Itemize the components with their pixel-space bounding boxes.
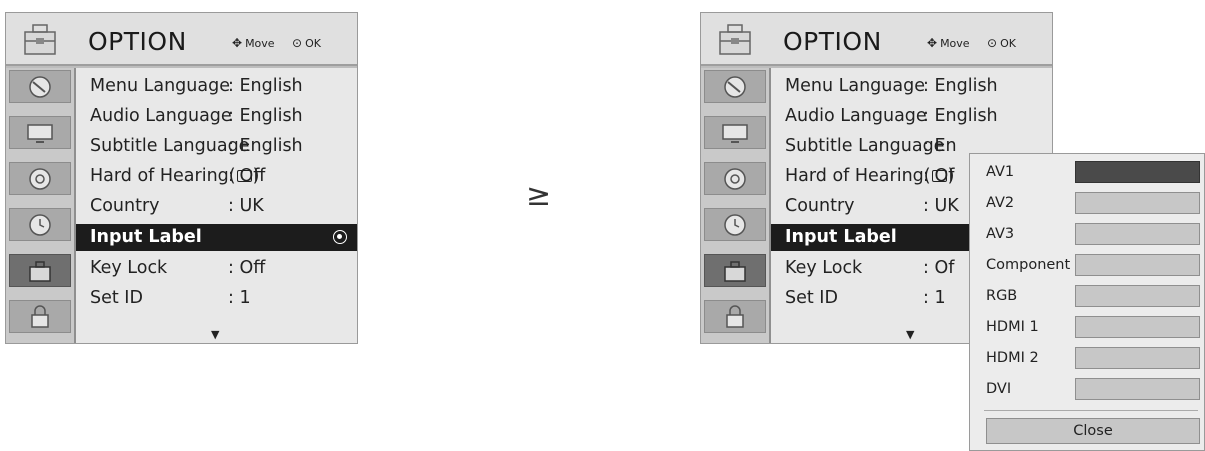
input-row-hdmi1[interactable]: HDMI 1: [970, 314, 1204, 340]
menu-item-menu-language[interactable]: Menu Language: English: [76, 72, 357, 102]
input-label-popup: AV1 AV2 AV3 Component RGB HDMI 1 HDMI 2 …: [969, 153, 1205, 451]
menu-header: OPTION ✥ Move ⊙ OK: [6, 13, 357, 66]
ok-hint: ⊙ OK: [292, 36, 321, 50]
menu-sidebar: [6, 68, 74, 343]
ok-hint: ⊙ OK: [987, 36, 1016, 50]
speaker-icon[interactable]: [704, 162, 766, 195]
label-field[interactable]: [1075, 347, 1200, 369]
label-field[interactable]: [1075, 192, 1200, 214]
menu-item-subtitle-language[interactable]: Subtitle Language: English: [76, 132, 357, 162]
menu-item-audio-language[interactable]: Audio Language: English: [76, 102, 357, 132]
divider: [984, 410, 1198, 411]
menu-item-input-label[interactable]: Input Label: [76, 224, 357, 251]
label-field[interactable]: [1075, 378, 1200, 400]
menu-header: OPTION ✥ Move ⊙ OK: [701, 13, 1052, 66]
ok-button-icon: ⊙: [987, 36, 998, 50]
input-row-component[interactable]: Component: [970, 252, 1204, 278]
label-field[interactable]: [1075, 316, 1200, 338]
move-hint: ✥ Move: [927, 36, 970, 50]
scroll-down-icon[interactable]: ▼: [211, 328, 219, 341]
menu-item-key-lock[interactable]: Key Lock: Off: [76, 254, 357, 284]
menu-sidebar: [701, 68, 769, 343]
label-field[interactable]: [1075, 161, 1200, 183]
scroll-down-icon[interactable]: ▼: [906, 328, 914, 341]
input-row-dvi[interactable]: DVI: [970, 376, 1204, 402]
ok-button-icon: ⊙: [292, 36, 303, 50]
option-list: Menu Language: English Audio Language: E…: [74, 68, 357, 343]
speaker-icon[interactable]: [9, 162, 71, 195]
lock-icon[interactable]: [704, 300, 766, 333]
menu-item-menu-language[interactable]: Menu Language: English: [771, 72, 1052, 102]
input-row-av1[interactable]: AV1: [970, 159, 1204, 185]
lock-icon[interactable]: [9, 300, 71, 333]
label-field[interactable]: [1075, 223, 1200, 245]
close-button[interactable]: Close: [986, 418, 1200, 444]
menu-item-country[interactable]: Country: UK: [76, 192, 357, 222]
menu-title: OPTION: [783, 27, 882, 56]
menu-title: OPTION: [88, 27, 187, 56]
satellite-dish-icon[interactable]: [9, 70, 71, 103]
input-row-rgb[interactable]: RGB: [970, 283, 1204, 309]
move-arrows-icon: ✥: [232, 36, 243, 50]
toolbox-icon[interactable]: [704, 254, 766, 287]
move-arrows-icon: ✥: [927, 36, 938, 50]
clock-icon[interactable]: [704, 208, 766, 241]
menu-item-hard-of-hearing[interactable]: Hard of Hearing(): Off: [76, 162, 357, 192]
input-row-hdmi2[interactable]: HDMI 2: [970, 345, 1204, 371]
toolbox-icon: [20, 19, 60, 59]
toolbox-icon: [715, 19, 755, 59]
step-arrow: ≥: [526, 178, 552, 213]
menu-item-set-id[interactable]: Set ID: 1: [76, 284, 357, 314]
satellite-dish-icon[interactable]: [704, 70, 766, 103]
monitor-icon[interactable]: [9, 116, 71, 149]
option-menu-screen: OPTION ✥ Move ⊙ OK Menu Language: Englis…: [5, 12, 358, 344]
monitor-icon[interactable]: [704, 116, 766, 149]
input-row-av2[interactable]: AV2: [970, 190, 1204, 216]
ok-select-icon: [333, 230, 347, 244]
input-row-av3[interactable]: AV3: [970, 221, 1204, 247]
label-field[interactable]: [1075, 254, 1200, 276]
label-field[interactable]: [1075, 285, 1200, 307]
menu-item-audio-language[interactable]: Audio Language: English: [771, 102, 1052, 132]
move-hint: ✥ Move: [232, 36, 275, 50]
clock-icon[interactable]: [9, 208, 71, 241]
toolbox-icon[interactable]: [9, 254, 71, 287]
